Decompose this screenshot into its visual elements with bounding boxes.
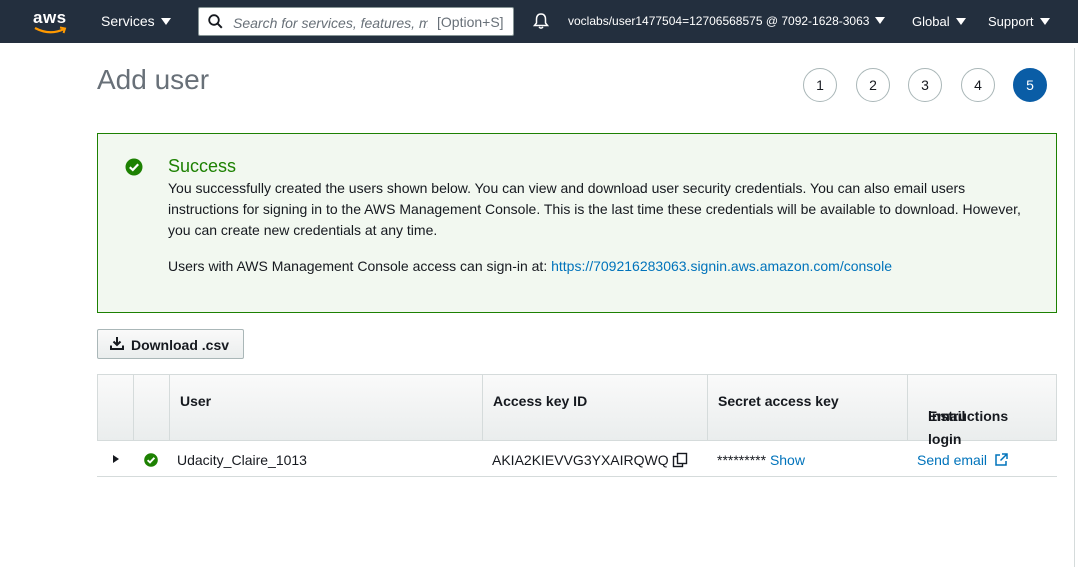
send-email-link[interactable]: Send email — [917, 452, 1008, 468]
search-box[interactable]: [Option+S] — [198, 7, 514, 36]
row-secret-key: ********* Show — [717, 452, 805, 468]
page-title: Add user — [97, 64, 210, 95]
header-secret-access-key[interactable]: Secret access key — [707, 375, 907, 440]
header-user-label: User — [180, 393, 212, 409]
account-label: voclabs/user1477504=12706568575 @ 7092-1… — [568, 14, 870, 28]
success-check-icon — [125, 158, 143, 176]
row-user-name: Udacity_Claire_1013 — [177, 452, 307, 468]
search-icon — [208, 14, 223, 29]
region-label: Global — [912, 14, 950, 29]
header-email-login[interactable]: Email login instructions — [907, 375, 1057, 447]
success-message: You successfully created the users shown… — [168, 180, 1021, 238]
download-csv-label: Download .csv — [131, 337, 230, 353]
services-menu[interactable]: Services — [101, 13, 171, 29]
support-menu[interactable]: Support — [988, 14, 1050, 29]
chevron-down-icon — [160, 18, 171, 25]
copy-icon[interactable] — [672, 452, 688, 468]
header-access-key-label: Access key ID — [493, 393, 588, 409]
success-check-icon — [144, 453, 158, 467]
support-label: Support — [988, 14, 1034, 29]
show-secret-link[interactable]: Show — [770, 452, 805, 468]
signin-info: Users with AWS Management Console access… — [168, 258, 892, 274]
expand-row-icon[interactable] — [113, 455, 119, 463]
header-email-line2: instructions — [928, 408, 1009, 424]
step-1[interactable]: 1 — [803, 68, 837, 102]
top-nav: aws Services [Option+S] voclabs/user1477… — [0, 0, 1078, 43]
search-input[interactable] — [231, 11, 430, 34]
scrollbar[interactable] — [1074, 48, 1075, 567]
signin-url-link[interactable]: https://709216283063.signin.aws.amazon.c… — [551, 258, 892, 274]
secret-masked-value: ********* — [717, 452, 767, 468]
search-shortcut-hint: [Option+S] — [437, 14, 504, 30]
table-row: Udacity_Claire_1013 AKIA2KIEVVG3YXAIRQWQ… — [97, 441, 1057, 477]
download-csv-button[interactable]: Download .csv — [97, 329, 244, 359]
aws-logo[interactable]: aws — [33, 8, 69, 34]
chevron-down-icon — [875, 17, 886, 24]
success-title: Success — [168, 156, 237, 176]
chevron-down-icon — [1039, 18, 1050, 25]
aws-logo-text: aws — [33, 8, 67, 27]
download-icon — [110, 337, 124, 350]
bell-icon[interactable] — [532, 12, 550, 30]
row-access-key-id: AKIA2KIEVVG3YXAIRQWQ — [492, 452, 669, 468]
region-menu[interactable]: Global — [912, 14, 966, 29]
chevron-down-icon — [955, 18, 966, 25]
step-3[interactable]: 3 — [908, 68, 942, 102]
aws-smile-icon — [34, 26, 67, 34]
step-5-active[interactable]: 5 — [1013, 68, 1047, 102]
step-2[interactable]: 2 — [856, 68, 890, 102]
external-link-icon — [995, 453, 1008, 466]
header-secret-key-label: Secret access key — [718, 393, 839, 409]
services-label: Services — [101, 13, 155, 29]
header-user[interactable]: User — [169, 375, 483, 440]
signin-prefix: Users with AWS Management Console access… — [168, 258, 552, 274]
header-status-column — [133, 375, 169, 440]
success-alert: Success You successfully created the use… — [97, 133, 1057, 313]
table-header: User Access key ID Secret access key Ema… — [97, 374, 1057, 447]
send-email-label: Send email — [917, 452, 988, 468]
header-access-key-id[interactable]: Access key ID — [482, 375, 707, 440]
step-4[interactable]: 4 — [961, 68, 995, 102]
account-menu[interactable]: voclabs/user1477504=12706568575 @ 7092-1… — [568, 14, 886, 28]
